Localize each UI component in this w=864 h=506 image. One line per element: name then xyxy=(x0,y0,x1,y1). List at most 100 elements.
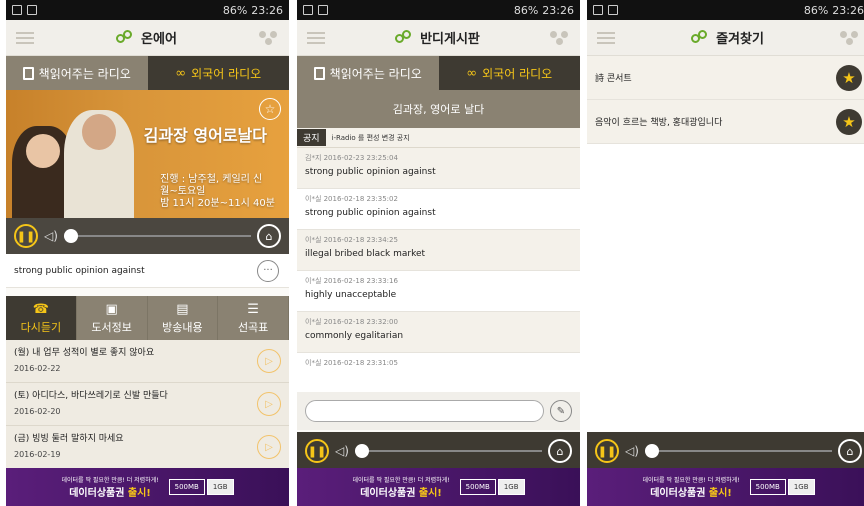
tab-book-radio[interactable]: 책읽어주는 라디오 xyxy=(297,56,439,90)
app-bar: 반디게시판 xyxy=(297,20,580,56)
ad-banner[interactable]: 데이터를 딱 필요한 만큼! 더 저렴하게! 데이터상품권 출시! 500MB 1G… xyxy=(297,468,580,506)
comment-bar: ✎ xyxy=(297,392,580,430)
play-icon[interactable]: ▷ xyxy=(257,349,281,373)
star-icon[interactable]: ★ xyxy=(836,64,862,91)
slider-knob[interactable] xyxy=(644,444,659,458)
list-item[interactable]: (토) 아디다스, 바다쓰레기로 신발 만들다 2016-02-20 ▷ xyxy=(6,383,289,426)
subtab-replay[interactable]: ☎ 다시듣기 xyxy=(6,296,77,340)
list-item[interactable]: (금) 빙빙 둘러 말하지 마세요 2016-02-19 ▷ xyxy=(6,426,289,469)
subtab-book-info[interactable]: ▣ 도서정보 xyxy=(76,296,148,340)
ad-banner[interactable]: 데이터를 딱 필요한 만큼! 더 저렴하게! 데이터상품권 출시! 500MB 1G… xyxy=(6,468,289,506)
menu-icon[interactable] xyxy=(307,31,325,44)
subtab-replay-label: 다시듣기 xyxy=(20,320,62,334)
player-bar: ❚❚ ◁) ⌂ xyxy=(297,432,580,470)
list-item[interactable]: 이*실 2016-02-18 23:32:00 commonly egalitar… xyxy=(297,312,580,353)
banner-small-text: 데이터를 딱 필요한 만큼! 더 저렴하게! xyxy=(642,477,740,484)
volume-icon[interactable]: ◁) xyxy=(44,229,58,243)
slider-knob[interactable] xyxy=(354,444,369,458)
tab-foreign-radio-label: 외국어 라디오 xyxy=(191,66,262,81)
program-title: 김과장 영어로날다 xyxy=(143,126,267,145)
banner-big-text: 데이터상품권 xyxy=(650,488,706,499)
now-playing-row: strong public opinion against ··· xyxy=(6,254,289,288)
list-item[interactable]: 음악이 흐르는 책방, 홍대광입니다 ★ xyxy=(587,100,864,144)
program-hosts: 진행 : 남주철, 케일리 신 xyxy=(160,174,263,185)
app-title-text: 즐겨찾기 xyxy=(716,32,764,47)
list-item[interactable]: 이*실 2016-02-18 23:34:25 illegal bribed bl… xyxy=(297,230,580,271)
tab-foreign-radio-label: 외국어 라디오 xyxy=(482,66,553,81)
episode-title: (토) 아디다스, 바다쓰레기로 신발 만들다 xyxy=(14,391,168,401)
post-meta: 이*실 2016-02-18 23:33:16 xyxy=(305,277,398,285)
pause-button[interactable]: ❚❚ xyxy=(595,439,619,463)
phone-board: 86% 23:26 반디게시판 책읽어주는 라디오 ∞ 외국어 라디오 김과장, 영… xyxy=(297,0,580,506)
bandi-logo-icon xyxy=(116,29,136,46)
list-item[interactable]: 이*실 2016-02-18 23:31:05 xyxy=(297,353,580,394)
episode-list: (월) 내 업무 성적이 별로 좋지 않아요 2016-02-22 ▷ (토) 아… xyxy=(6,340,289,469)
home-button[interactable]: ⌂ xyxy=(257,224,281,248)
volume-slider[interactable] xyxy=(354,444,542,458)
pause-button[interactable]: ❚❚ xyxy=(14,224,38,248)
banner-highlight-text: 출시! xyxy=(127,488,151,499)
clock-text: 23:26 xyxy=(542,3,574,17)
banner-box-1gb: 1GB xyxy=(787,479,815,495)
bandi-logo-icon xyxy=(691,29,711,46)
radio-tabs: 책읽어주는 라디오 ∞ 외국어 라디오 xyxy=(297,56,580,90)
play-icon[interactable]: ▷ xyxy=(257,435,281,459)
share-icon[interactable] xyxy=(258,30,279,45)
menu-icon[interactable] xyxy=(16,31,34,44)
slider-knob[interactable] xyxy=(63,229,78,243)
pause-button[interactable]: ❚❚ xyxy=(305,439,329,463)
list-item[interactable]: 이*실 2016-02-18 23:33:16 highly unacceptab… xyxy=(297,271,580,312)
pencil-icon[interactable]: ✎ xyxy=(550,400,572,422)
play-icon[interactable]: ▷ xyxy=(257,392,281,416)
post-meta: 김*지 2016-02-23 23:25:04 xyxy=(305,154,398,162)
post-list: 김*지 2016-02-23 23:25:04 strong public opi… xyxy=(297,148,580,394)
subtab-playlist[interactable]: ☰ 선곡표 xyxy=(218,296,289,340)
subtab-book-info-label: 도서정보 xyxy=(91,320,132,334)
clock-text: 23:26 xyxy=(832,3,864,17)
post-meta: 이*실 2016-02-18 23:34:25 xyxy=(305,236,398,244)
favorite-star-icon[interactable]: ☆ xyxy=(259,98,281,120)
notice-row[interactable]: 공지 i-Radio 를 편성 변경 공지 xyxy=(297,128,580,148)
app-title: 즐겨찾기 xyxy=(691,28,764,47)
menu-icon[interactable] xyxy=(597,31,615,44)
app-title: 온에어 xyxy=(116,28,177,47)
now-playing-text: strong public opinion against xyxy=(14,265,145,276)
gallery-icon xyxy=(27,5,37,15)
notice-badge: 공지 xyxy=(297,129,326,146)
app-bar: 즐겨찾기 xyxy=(587,20,864,56)
program-time: 밤 11시 20분~11시 40분 xyxy=(160,198,275,209)
ad-banner[interactable]: 데이터를 딱 필요한 만큼! 더 저렴하게! 데이터상품권 출시! 500MB 1G… xyxy=(587,468,864,506)
tab-book-radio-label: 책읽어주는 라디오 xyxy=(38,66,131,81)
gallery-icon xyxy=(318,5,328,15)
comment-input[interactable] xyxy=(305,400,544,422)
home-button[interactable]: ⌂ xyxy=(548,439,572,463)
phone-favorites: 86% 23:26 즐겨찾기 詩 콘서트 ★ 음악이 흐르는 책방, 홍대광입니다 ★… xyxy=(587,0,864,506)
banner-box-1gb: 1GB xyxy=(206,479,234,495)
volume-icon[interactable]: ◁) xyxy=(625,444,639,458)
subtab-broadcast-content[interactable]: ▤ 방송내용 xyxy=(147,296,219,340)
book-icon xyxy=(313,66,325,80)
list-item[interactable]: 詩 콘서트 ★ xyxy=(587,56,864,100)
volume-slider[interactable] xyxy=(644,444,832,458)
tab-foreign-radio[interactable]: ∞ 외국어 라디오 xyxy=(438,56,580,90)
tab-book-radio-label: 책읽어주는 라디오 xyxy=(329,66,422,81)
share-icon[interactable] xyxy=(550,30,570,45)
banner-box-500mb: 500MB xyxy=(459,479,496,495)
subtab-broadcast-label: 방송내용 xyxy=(162,320,203,334)
tab-foreign-radio[interactable]: ∞ 외국어 라디오 xyxy=(147,56,289,90)
star-icon[interactable]: ★ xyxy=(836,108,862,135)
volume-slider[interactable] xyxy=(63,229,251,243)
list-item[interactable]: 김*지 2016-02-23 23:25:04 strong public opi… xyxy=(297,148,580,189)
tab-book-radio[interactable]: 책읽어주는 라디오 xyxy=(6,56,148,90)
headphones-icon: ☎ xyxy=(32,301,49,317)
share-icon[interactable] xyxy=(840,30,860,45)
volume-icon[interactable]: ◁) xyxy=(335,444,349,458)
playlist-icon: ☰ xyxy=(247,301,259,317)
document-icon: ▤ xyxy=(176,301,189,317)
list-item[interactable]: 이*실 2016-02-18 23:35:02 strong public opi… xyxy=(297,189,580,230)
chat-icon[interactable]: ··· xyxy=(257,259,279,282)
home-button[interactable]: ⌂ xyxy=(838,439,862,463)
favorites-list: 詩 콘서트 ★ 음악이 흐르는 책방, 홍대광입니다 ★ xyxy=(587,56,864,144)
app-title-text: 온에어 xyxy=(141,32,177,47)
list-item[interactable]: (월) 내 업무 성적이 별로 좋지 않아요 2016-02-22 ▷ xyxy=(6,340,289,383)
